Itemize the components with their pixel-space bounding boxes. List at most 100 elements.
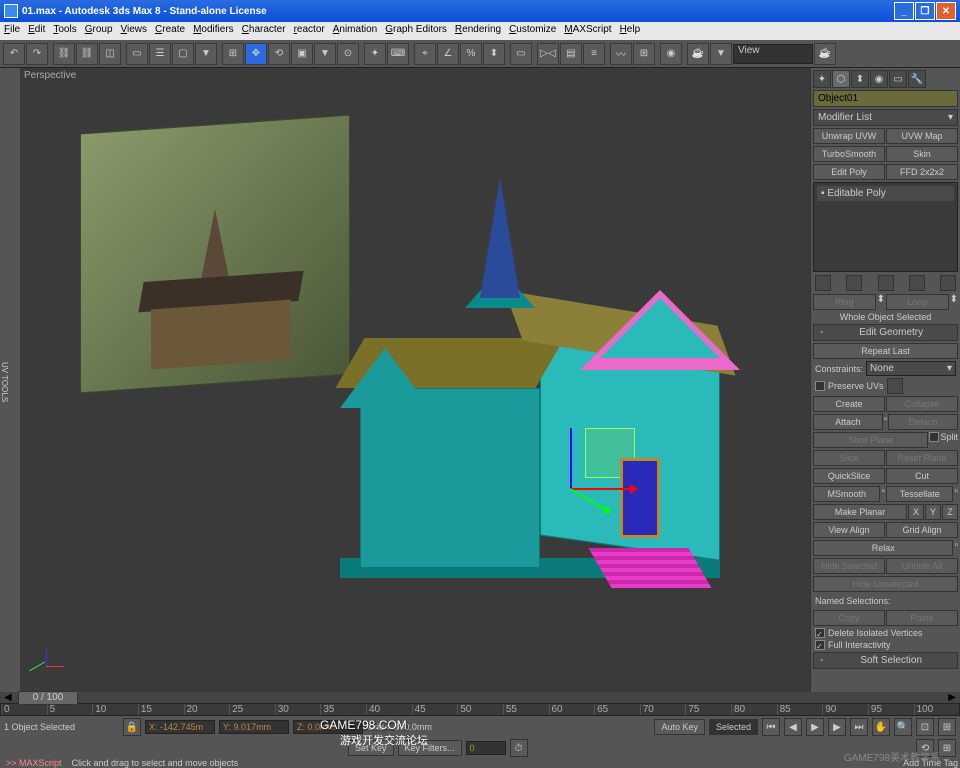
lock-icon[interactable]: 🔒 [123,718,141,736]
menu-group[interactable]: Group [85,24,113,38]
hide-selected-button[interactable]: Hide Selected [813,558,885,574]
attach-button[interactable]: Attach [813,414,883,430]
quick-render-icon[interactable]: ☕ [814,43,836,65]
menu-file[interactable]: File [4,24,20,38]
select-icon[interactable]: ▭ [126,43,148,65]
menu-tools[interactable]: Tools [53,24,76,38]
modifier-list-dropdown[interactable]: Modifier List▾ [813,109,958,126]
preserve-uvs-checkbox[interactable] [815,381,825,391]
play-icon[interactable]: ▶ [806,718,824,736]
detach-button[interactable]: Detach [888,414,958,430]
menu-graph-editors[interactable]: Graph Editors [385,24,447,38]
close-button[interactable]: ✕ [936,2,956,20]
menu-create[interactable]: Create [155,24,185,38]
time-ruler[interactable]: 0510152025303540455055606570758085909510… [0,703,960,716]
menu-reactor[interactable]: reactor [294,24,325,38]
select-name-icon[interactable]: ☰ [149,43,171,65]
skin-button[interactable]: Skin [886,146,958,162]
modifier-stack[interactable]: ▪ Editable Poly [813,182,958,272]
current-frame-field[interactable]: 0 [466,741,506,755]
prev-frame-icon[interactable]: ◀ [784,718,802,736]
schematic-icon[interactable]: ⊞ [633,43,655,65]
layers-icon[interactable]: ≡ [583,43,605,65]
grid-align-button[interactable]: Grid Align [886,522,958,538]
uvw-map-button[interactable]: UVW Map [886,128,958,144]
ring-button[interactable]: Ring [813,294,876,310]
copy-sel-button[interactable]: Copy [813,610,885,626]
menu-modifiers[interactable]: Modifiers [193,24,234,38]
percent-snap-icon[interactable]: % [460,43,482,65]
maxscript-prompt[interactable]: >> MAXScript [2,758,66,768]
undo-icon[interactable]: ↶ [3,43,25,65]
relax-button[interactable]: Relax [813,540,953,556]
make-planar-button[interactable]: Make Planar [813,504,907,520]
planar-y-button[interactable]: Y [925,504,941,520]
move-icon[interactable]: ✥ [245,43,267,65]
maximize-viewport-icon[interactable]: ⊞ [938,739,956,757]
menu-maxscript[interactable]: MAXScript [564,24,611,38]
menu-customize[interactable]: Customize [509,24,556,38]
unlink-icon[interactable]: ⛓ [76,43,98,65]
paste-sel-button[interactable]: Paste [886,610,958,626]
unwrap-uvw-button[interactable]: Unwrap UVW [813,128,885,144]
repeat-last-button[interactable]: Repeat Last [813,343,958,359]
msmooth-button[interactable]: MSmooth [813,486,880,502]
tessellate-button[interactable]: Tessellate [886,486,953,502]
full-interactivity-checkbox[interactable] [815,640,825,650]
display-tab-icon[interactable]: ▭ [889,70,907,88]
fov-icon[interactable]: ⊡ [916,718,934,736]
zoom-extents-icon[interactable]: ⊞ [938,718,956,736]
menu-animation[interactable]: Animation [333,24,377,38]
key-mode-dropdown[interactable]: Selected [709,719,758,735]
next-frame-icon[interactable]: ▶ [828,718,846,736]
frame-indicator[interactable]: 0 / 100 [18,691,78,705]
select-region-icon[interactable]: ▢ [172,43,194,65]
remove-mod-icon[interactable] [909,275,925,291]
perspective-viewport[interactable]: Perspective [20,68,810,692]
zoom-icon[interactable]: 🔍 [894,718,912,736]
pan-icon[interactable]: ✋ [872,718,890,736]
menu-edit[interactable]: Edit [28,24,45,38]
object-name-field[interactable]: Object01 [813,90,958,107]
material-icon[interactable]: ◉ [660,43,682,65]
unique-icon[interactable] [878,275,894,291]
create-tab-icon[interactable]: ✦ [813,70,831,88]
crossing-icon[interactable]: ⊞ [222,43,244,65]
loop-button[interactable]: Loop [886,294,949,310]
snap-icon[interactable]: ⌖ [414,43,436,65]
redo-icon[interactable]: ↷ [26,43,48,65]
utilities-tab-icon[interactable]: 🔧 [908,70,926,88]
edit-geometry-rollout[interactable]: -Edit Geometry [813,324,958,341]
view-align-button[interactable]: View Align [813,522,885,538]
collapse-button[interactable]: Collapse [886,396,958,412]
curve-editor-icon[interactable]: 〰 [610,43,632,65]
x-coord-field[interactable]: X: -142.745m [145,720,215,734]
time-slider[interactable]: ◀ 0 / 100 ▶ [0,692,960,703]
render-type-icon[interactable]: ▼ [710,43,732,65]
goto-start-icon[interactable]: ⏮ [762,718,780,736]
goto-end-icon[interactable]: ⏭ [850,718,868,736]
pin-stack-icon[interactable] [815,275,831,291]
stack-editable-poly[interactable]: ▪ Editable Poly [817,186,954,201]
constraints-dropdown[interactable]: None▾ [866,361,956,376]
spinner-snap-icon[interactable]: ⬍ [483,43,505,65]
preserve-settings-icon[interactable] [887,378,903,394]
split-checkbox[interactable] [929,432,939,442]
ffd-button[interactable]: FFD 2x2x2 [886,164,958,180]
menu-views[interactable]: Views [121,24,148,38]
bind-icon[interactable]: ◫ [99,43,121,65]
cut-button[interactable]: Cut [886,468,958,484]
named-sel-icon[interactable]: ▭ [510,43,532,65]
manipulate-icon[interactable]: ✦ [364,43,386,65]
ref-coord-icon[interactable]: ▼ [314,43,336,65]
filter-icon[interactable]: ▼ [195,43,217,65]
minimize-button[interactable]: _ [894,2,914,20]
create-button[interactable]: Create [813,396,885,412]
soft-selection-rollout[interactable]: -Soft Selection [813,652,958,669]
edit-poly-button[interactable]: Edit Poly [813,164,885,180]
mirror-icon[interactable]: ▷◁ [537,43,559,65]
planar-x-button[interactable]: X [908,504,924,520]
slice-button[interactable]: Slice [813,450,885,466]
keyboard-icon[interactable]: ⌨ [387,43,409,65]
show-end-icon[interactable] [846,275,862,291]
